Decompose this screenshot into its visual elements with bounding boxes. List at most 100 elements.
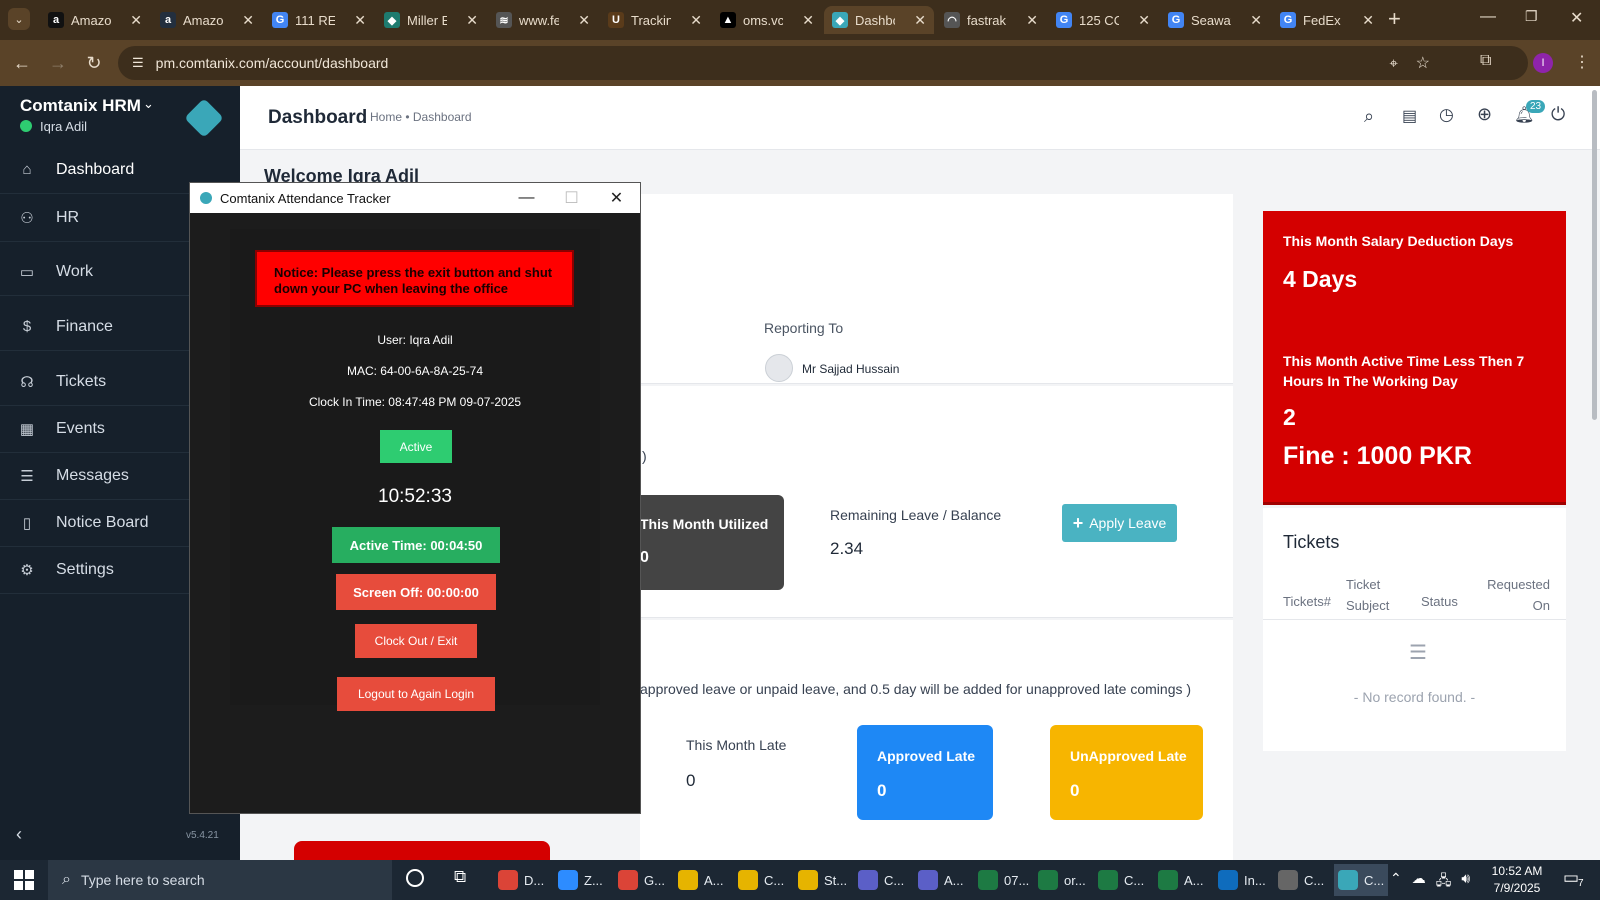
close-tab-icon[interactable]: ✕ bbox=[1026, 12, 1038, 29]
taskbar-app[interactable]: In... bbox=[1214, 864, 1270, 896]
close-tab-icon[interactable]: ✕ bbox=[354, 12, 366, 29]
google-icon: G bbox=[1056, 12, 1072, 28]
browser-tab[interactable]: ▲ oms.vcl ✕ bbox=[712, 6, 822, 34]
chevron-down-icon[interactable]: ⌄ bbox=[143, 96, 154, 112]
plus-icon: + bbox=[1072, 512, 1084, 533]
forward-icon[interactable]: → bbox=[40, 53, 76, 74]
dollar-icon: $ bbox=[22, 318, 32, 335]
sidebar-user-name: Iqra Adil bbox=[40, 119, 87, 134]
cortana-icon[interactable] bbox=[406, 869, 424, 887]
browser-tab[interactable]: G Seaway ✕ bbox=[1160, 6, 1270, 34]
browser-tab[interactable]: G 125 CO ✕ bbox=[1048, 6, 1158, 34]
profile-avatar[interactable]: I bbox=[1533, 53, 1553, 73]
restore-window-icon[interactable]: ❐ bbox=[1525, 8, 1538, 25]
tickets-card: Tickets Tickets# Ticket Subject Status R… bbox=[1263, 508, 1566, 751]
task-view-icon[interactable]: ⧉ bbox=[454, 867, 466, 887]
tab-list-button[interactable]: ⌄ bbox=[8, 8, 30, 30]
logout-button[interactable]: Logout to Again Login bbox=[337, 677, 495, 711]
url-field[interactable]: ☰ pm.comtanix.com/account/dashboard ⌖ ☆ bbox=[118, 46, 1528, 80]
bookmark-star-icon[interactable]: ☆ bbox=[1416, 53, 1430, 73]
network-icon[interactable]: 🖧︎ bbox=[1436, 870, 1452, 894]
browser-tab[interactable]: a Amazon ✕ bbox=[152, 6, 262, 34]
brand-name[interactable]: Comtanix HRM bbox=[20, 96, 141, 116]
collapse-sidebar-icon[interactable]: ‹ bbox=[16, 824, 22, 845]
breadcrumb[interactable]: Home • Dashboard bbox=[370, 110, 472, 124]
taskbar-app-label: Z... bbox=[584, 872, 603, 888]
close-tab-icon[interactable]: ✕ bbox=[690, 12, 702, 29]
browser-menu-icon[interactable]: ⋮ bbox=[1574, 52, 1590, 72]
close-tab-icon[interactable]: ✕ bbox=[242, 12, 254, 29]
taskbar-app[interactable]: Z... bbox=[554, 864, 607, 896]
taskbar-app[interactable]: C... bbox=[1094, 864, 1148, 896]
tracker-minimize-icon[interactable]: — bbox=[504, 183, 549, 213]
app-icon bbox=[1278, 870, 1298, 890]
browser-tab[interactable]: ≋ www.fe ✕ bbox=[488, 6, 598, 34]
tracker-close-icon[interactable]: ✕ bbox=[594, 183, 639, 213]
taskbar-app[interactable]: C... bbox=[854, 864, 908, 896]
power-icon[interactable]: ⏻ bbox=[1551, 104, 1565, 125]
sticky-note-icon[interactable]: ▤ bbox=[1402, 106, 1417, 126]
apply-leave-button[interactable]: + Apply Leave bbox=[1062, 504, 1177, 542]
browser-tab[interactable]: a Amazon ✕ bbox=[40, 6, 150, 34]
browser-tab[interactable]: ◆ Dashbo ✕ bbox=[824, 6, 934, 34]
windows-start-icon[interactable] bbox=[14, 870, 34, 890]
taskbar-app[interactable]: C... bbox=[734, 864, 788, 896]
browser-tab[interactable]: G 111 RE ✕ bbox=[264, 6, 374, 34]
salary-deduction-label: This Month Salary Deduction Days bbox=[1283, 233, 1514, 249]
taskbar-app[interactable]: 07... bbox=[974, 864, 1033, 896]
app-icon bbox=[1158, 870, 1178, 890]
taskbar-app[interactable]: C... bbox=[1274, 864, 1328, 896]
taskbar-app[interactable]: D... bbox=[494, 864, 548, 896]
app-icon bbox=[618, 870, 638, 890]
taskbar-search-box[interactable]: ⌕ Type here to search bbox=[48, 860, 392, 900]
close-tab-icon[interactable]: ✕ bbox=[1138, 12, 1150, 29]
close-tab-icon[interactable]: ✕ bbox=[1250, 12, 1262, 29]
taskbar-time[interactable]: 10:52 AM bbox=[1486, 864, 1548, 878]
taskbar-app[interactable]: A... bbox=[674, 864, 728, 896]
fastrak-icon: ◠ bbox=[944, 12, 960, 28]
minimize-window-icon[interactable]: — bbox=[1480, 8, 1496, 26]
comtanix-icon: ◆ bbox=[832, 12, 848, 28]
close-tab-icon[interactable]: ✕ bbox=[130, 12, 142, 29]
page-scrollbar[interactable] bbox=[1592, 90, 1597, 420]
back-icon[interactable]: ← bbox=[4, 53, 40, 74]
taskbar-date[interactable]: 7/9/2025 bbox=[1486, 881, 1548, 895]
location-icon[interactable]: ⌖ bbox=[1390, 55, 1398, 72]
close-tab-icon[interactable]: ✕ bbox=[914, 12, 926, 29]
add-circle-icon[interactable]: ⊕ bbox=[1477, 104, 1492, 125]
reload-icon[interactable]: ↻ bbox=[76, 53, 112, 74]
taskbar-app[interactable]: St... bbox=[794, 864, 851, 896]
close-tab-icon[interactable]: ✕ bbox=[1362, 12, 1374, 29]
taskbar-app[interactable]: or... bbox=[1034, 864, 1090, 896]
onedrive-icon[interactable]: ☁ bbox=[1412, 870, 1426, 894]
action-center-icon[interactable]: ▭ bbox=[1563, 868, 1579, 888]
clock-out-button[interactable]: Clock Out / Exit bbox=[355, 624, 477, 658]
taskbar-app[interactable]: C... bbox=[1334, 864, 1389, 896]
browser-tab[interactable]: ◠ fastrak ✕ bbox=[936, 6, 1046, 34]
close-window-icon[interactable]: ✕ bbox=[1570, 8, 1583, 28]
site-info-icon[interactable]: ☰ bbox=[132, 55, 144, 71]
close-tab-icon[interactable]: ✕ bbox=[466, 12, 478, 29]
volume-icon[interactable]: 🔊︎ bbox=[1461, 870, 1470, 894]
extensions-icon[interactable]: ⧉ bbox=[1480, 52, 1491, 70]
clock-icon[interactable]: ◷ bbox=[1439, 105, 1454, 125]
checklist-icon: ☰ bbox=[1409, 642, 1427, 664]
red-card-partial bbox=[294, 841, 550, 860]
close-tab-icon[interactable]: ✕ bbox=[578, 12, 590, 29]
close-tab-icon[interactable]: ✕ bbox=[802, 12, 814, 29]
approved-late-label: Approved Late bbox=[877, 748, 976, 764]
search-icon[interactable]: ⌕ bbox=[1364, 106, 1374, 127]
ups-icon: U bbox=[608, 12, 624, 28]
taskbar-app[interactable]: A... bbox=[1154, 864, 1208, 896]
tracker-maximize-icon[interactable]: ☐ bbox=[549, 183, 594, 213]
browser-tab-title: 111 RE bbox=[295, 12, 335, 28]
tray-overflow-icon[interactable]: ⌃ bbox=[1390, 870, 1402, 894]
browser-tab[interactable]: ◆ Miller E ✕ bbox=[376, 6, 486, 34]
reporting-to-name[interactable]: Mr Sajjad Hussain bbox=[802, 362, 899, 376]
new-tab-button[interactable]: + bbox=[1388, 6, 1401, 32]
browser-tab[interactable]: U Tracking ✕ bbox=[600, 6, 710, 34]
app-icon bbox=[1338, 870, 1358, 890]
taskbar-app[interactable]: A... bbox=[914, 864, 968, 896]
taskbar-app[interactable]: G... bbox=[614, 864, 669, 896]
browser-tab[interactable]: G FedEx D ✕ bbox=[1272, 6, 1382, 34]
